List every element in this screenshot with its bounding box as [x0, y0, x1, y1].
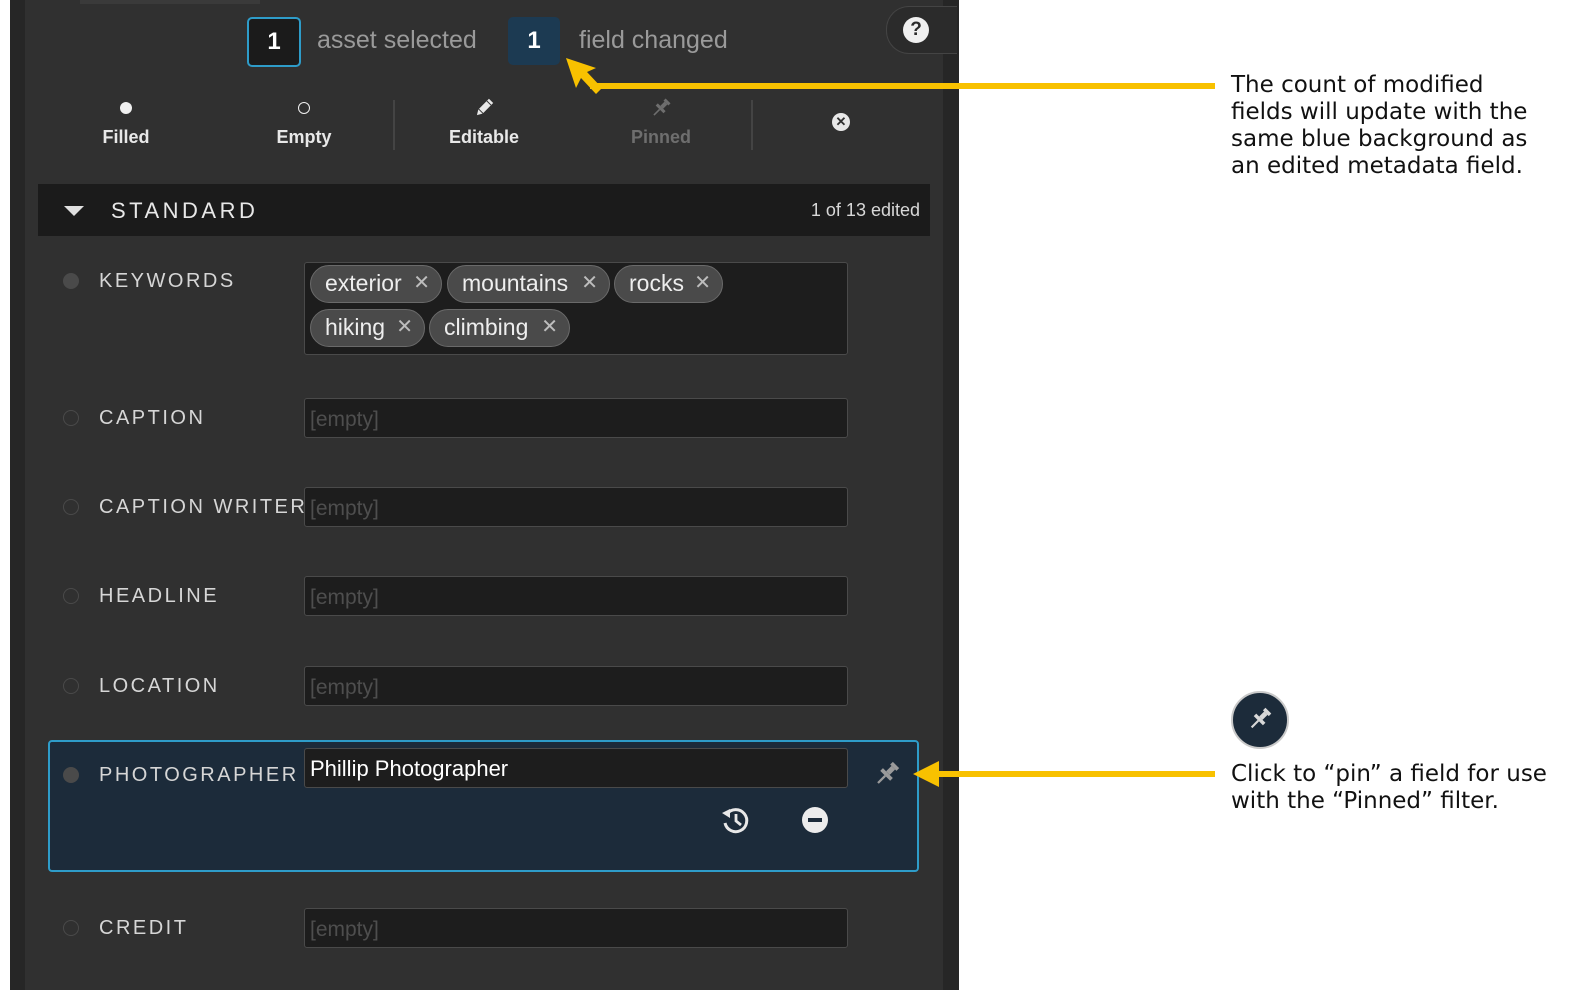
pin-icon: [653, 98, 671, 116]
keyword-chip[interactable]: exterior ✕: [310, 265, 442, 303]
field-filled-indicator: [63, 767, 79, 783]
filter-empty[interactable]: Empty: [244, 95, 364, 148]
callout-arrow-line: [590, 83, 1215, 89]
headline-label: HEADLINE: [99, 585, 220, 607]
caption-input[interactable]: [empty]: [304, 398, 848, 438]
chip-remove-icon[interactable]: ✕: [581, 266, 598, 301]
caption-writer-input[interactable]: [empty]: [304, 487, 848, 527]
caption-label: CAPTION: [99, 407, 206, 429]
credit-input[interactable]: [empty]: [304, 908, 848, 948]
assets-selected-label: asset selected: [317, 26, 477, 54]
field-empty-indicator: [63, 920, 79, 936]
filled-dot-icon: [120, 102, 132, 114]
filter-pinned[interactable]: Pinned: [601, 95, 721, 148]
keyword-chip[interactable]: mountains ✕: [447, 265, 610, 303]
fields-changed-label: field changed: [579, 26, 728, 54]
pin-annotation: Click to “pin” a field for use with the …: [1231, 761, 1547, 815]
keyword-chip-label: hiking: [325, 314, 386, 340]
chip-remove-icon[interactable]: ✕: [396, 310, 413, 345]
assets-selected-count: 1: [247, 17, 301, 67]
empty-dot-icon: [298, 102, 310, 114]
help-button[interactable]: ?: [886, 6, 957, 54]
annotation-line: an edited metadata field.: [1231, 153, 1523, 179]
keywords-label: KEYWORDS: [99, 270, 236, 292]
panel-top-edge: [80, 0, 260, 4]
annotation-line: The count of modified: [1231, 72, 1484, 98]
history-revert-icon[interactable]: [719, 804, 751, 836]
headline-input[interactable]: [empty]: [304, 576, 848, 616]
fields-changed-count: 1: [508, 17, 560, 65]
section-edited-count: 1 of 13 edited: [810, 200, 920, 220]
section-title: STANDARD: [111, 198, 259, 223]
filter-filled-label: Filled: [102, 127, 150, 147]
annotation-line: same blue background as: [1231, 126, 1528, 152]
keyword-chip[interactable]: climbing ✕: [429, 309, 570, 347]
chip-remove-icon[interactable]: ✕: [541, 310, 558, 345]
photographer-input[interactable]: Phillip Photographer: [304, 748, 848, 788]
filter-filled[interactable]: Filled: [66, 95, 186, 148]
photographer-label: PHOTOGRAPHER: [99, 764, 299, 786]
count-annotation: The count of modified fields will update…: [1231, 72, 1527, 180]
help-icon: ?: [903, 17, 929, 43]
callout-arrowhead-icon: [913, 761, 939, 787]
keyword-chip[interactable]: hiking ✕: [310, 309, 425, 347]
chip-remove-icon[interactable]: ✕: [694, 266, 711, 301]
annotation-line: with the “Pinned” filter.: [1231, 788, 1499, 814]
location-label: LOCATION: [99, 675, 220, 697]
field-empty-indicator: [63, 678, 79, 694]
keyword-chip-label: mountains: [462, 270, 569, 296]
chip-remove-icon[interactable]: ✕: [413, 266, 430, 301]
filter-pinned-label: Pinned: [630, 127, 691, 147]
credit-label: CREDIT: [99, 917, 189, 939]
callout-arrowhead-icon: [566, 58, 602, 94]
keyword-chip[interactable]: rocks ✕: [614, 265, 723, 303]
filter-divider: [751, 100, 753, 150]
pin-field-icon[interactable]: [873, 760, 901, 788]
pin-icon: [1250, 707, 1272, 729]
clear-filters-icon[interactable]: ✕: [832, 113, 850, 131]
keyword-chip-label: climbing: [444, 314, 529, 340]
annotation-line: fields will update with the: [1231, 99, 1528, 125]
keyword-chip-label: exterior: [325, 270, 402, 296]
field-empty-indicator: [63, 499, 79, 515]
filter-divider: [393, 100, 395, 150]
caption-writer-label: CAPTION WRITER: [99, 496, 308, 518]
remove-value-icon[interactable]: [801, 806, 829, 834]
field-empty-indicator: [63, 410, 79, 426]
pin-button-illustration: [1231, 691, 1289, 749]
keyword-chip-label: rocks: [629, 270, 684, 296]
annotation-line: Click to “pin” a field for use: [1231, 761, 1547, 787]
filter-editable-label: Editable: [448, 127, 519, 147]
callout-arrow-line: [935, 771, 1215, 777]
pencil-icon: [476, 98, 494, 116]
filter-editable[interactable]: Editable: [424, 95, 544, 148]
location-input[interactable]: [empty]: [304, 666, 848, 706]
collapse-triangle-icon[interactable]: [64, 206, 84, 216]
field-filled-indicator: [63, 273, 79, 289]
section-standard-header[interactable]: STANDARD 1 of 13 edited: [38, 184, 930, 236]
filter-empty-label: Empty: [276, 127, 332, 147]
field-empty-indicator: [63, 588, 79, 604]
